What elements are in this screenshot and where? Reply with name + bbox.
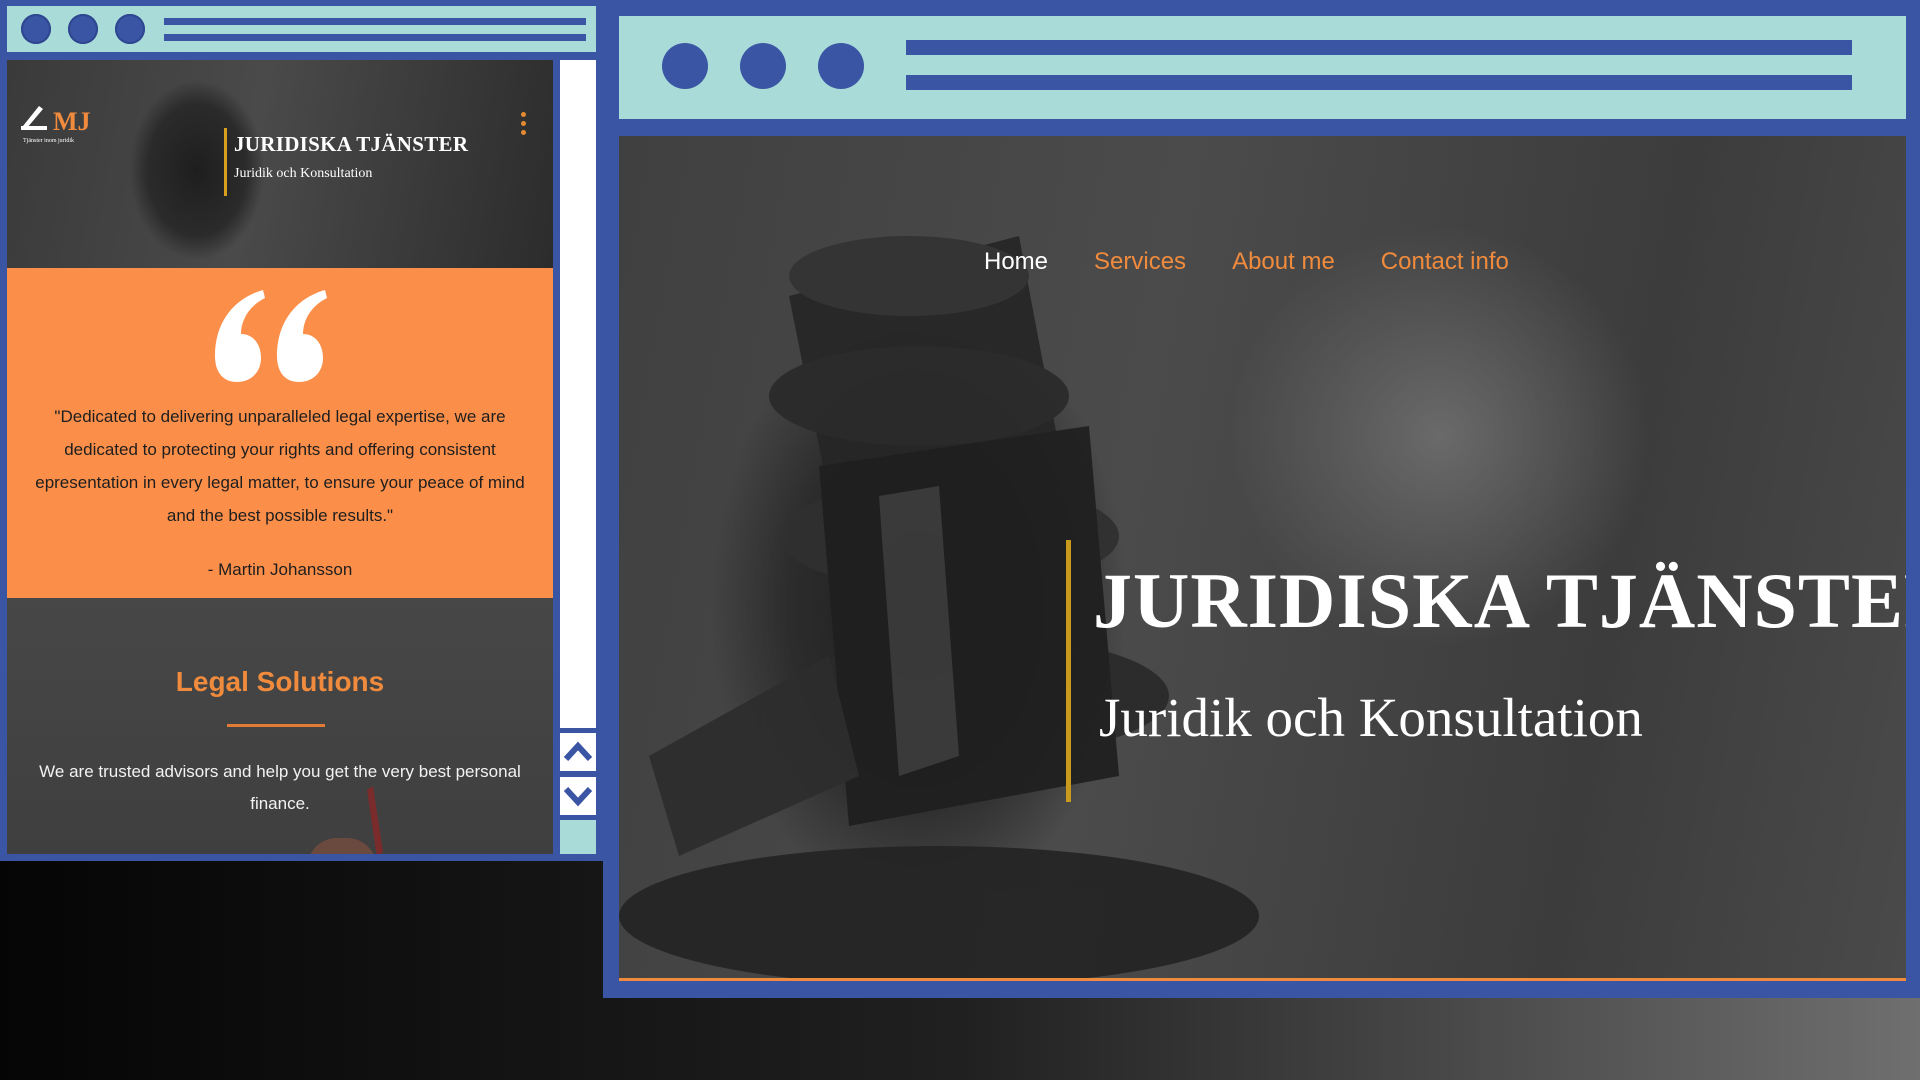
legal-solutions-title: Legal Solutions	[175, 666, 385, 697]
quote-icon	[215, 290, 327, 382]
window-dot-1	[662, 43, 708, 89]
titlebar-line-2	[164, 34, 586, 41]
mobile-viewport: MJ Tjänster inom juridik JURIDISKA TJÄNS…	[7, 60, 553, 854]
titlebar-line-2	[906, 75, 1852, 90]
mobile-browser-window: MJ Tjänster inom juridik JURIDISKA TJÄNS…	[0, 0, 603, 861]
window-dot-2	[68, 14, 98, 44]
legal-solutions-text: We are trusted advisors and help you get…	[39, 762, 521, 813]
window-dot-1	[21, 14, 51, 44]
desktop-titlebar	[619, 16, 1906, 119]
mobile-brand-subtitle: Juridik och Konsultation	[234, 166, 373, 181]
quote-author: - Martin Johansson	[207, 560, 353, 579]
legal-solutions-section: Legal Solutions We are trusted advisors …	[7, 598, 553, 854]
scrollbar-footer	[560, 820, 596, 854]
hero-title: JURIDISKA TJÄNSTER	[1093, 557, 1906, 644]
window-dot-2	[740, 43, 786, 89]
nav-home[interactable]: Home	[984, 248, 1048, 276]
chevron-up-icon	[563, 741, 593, 762]
titlebar-line-1	[906, 40, 1852, 55]
scrollbar-track[interactable]	[560, 60, 596, 728]
quote-text: "Dedicated to delivering unparalleled le…	[35, 407, 525, 525]
window-dot-3	[115, 14, 145, 44]
mobile-brand-title: JURIDISKA TJÄNSTER	[234, 132, 469, 156]
nav-about-me[interactable]: About me	[1232, 248, 1335, 276]
title-accent-bar	[224, 128, 227, 196]
mobile-titlebar	[7, 6, 596, 52]
logo-monogram: MJ	[53, 107, 91, 136]
nav-services[interactable]: Services	[1094, 248, 1186, 276]
section-divider	[227, 724, 325, 727]
mobile-header: MJ Tjänster inom juridik JURIDISKA TJÄNS…	[7, 60, 553, 268]
quote-section: "Dedicated to delivering unparalleled le…	[7, 268, 553, 598]
scroll-up-button[interactable]	[560, 733, 596, 771]
scroll-down-button[interactable]	[560, 777, 596, 815]
window-dot-3	[818, 43, 864, 89]
hero-accent-bar	[1066, 540, 1071, 802]
kebab-menu-icon[interactable]	[518, 112, 530, 138]
desktop-viewport: Home Services About me Contact info JURI…	[619, 136, 1906, 981]
desktop-nav: Home Services About me Contact info	[984, 248, 1509, 276]
nav-contact-info[interactable]: Contact info	[1381, 248, 1509, 276]
desktop-browser-window: Home Services About me Contact info JURI…	[603, 0, 1920, 998]
hero-bottom-border	[619, 978, 1906, 981]
chevron-down-icon	[563, 786, 593, 807]
hero-subtitle: Juridik och Konsultation	[1099, 687, 1643, 748]
titlebar-line-1	[164, 18, 586, 25]
brand-logo[interactable]: MJ Tjänster inom juridik	[17, 96, 117, 148]
logo-tagline: Tjänster inom juridik	[23, 138, 74, 144]
